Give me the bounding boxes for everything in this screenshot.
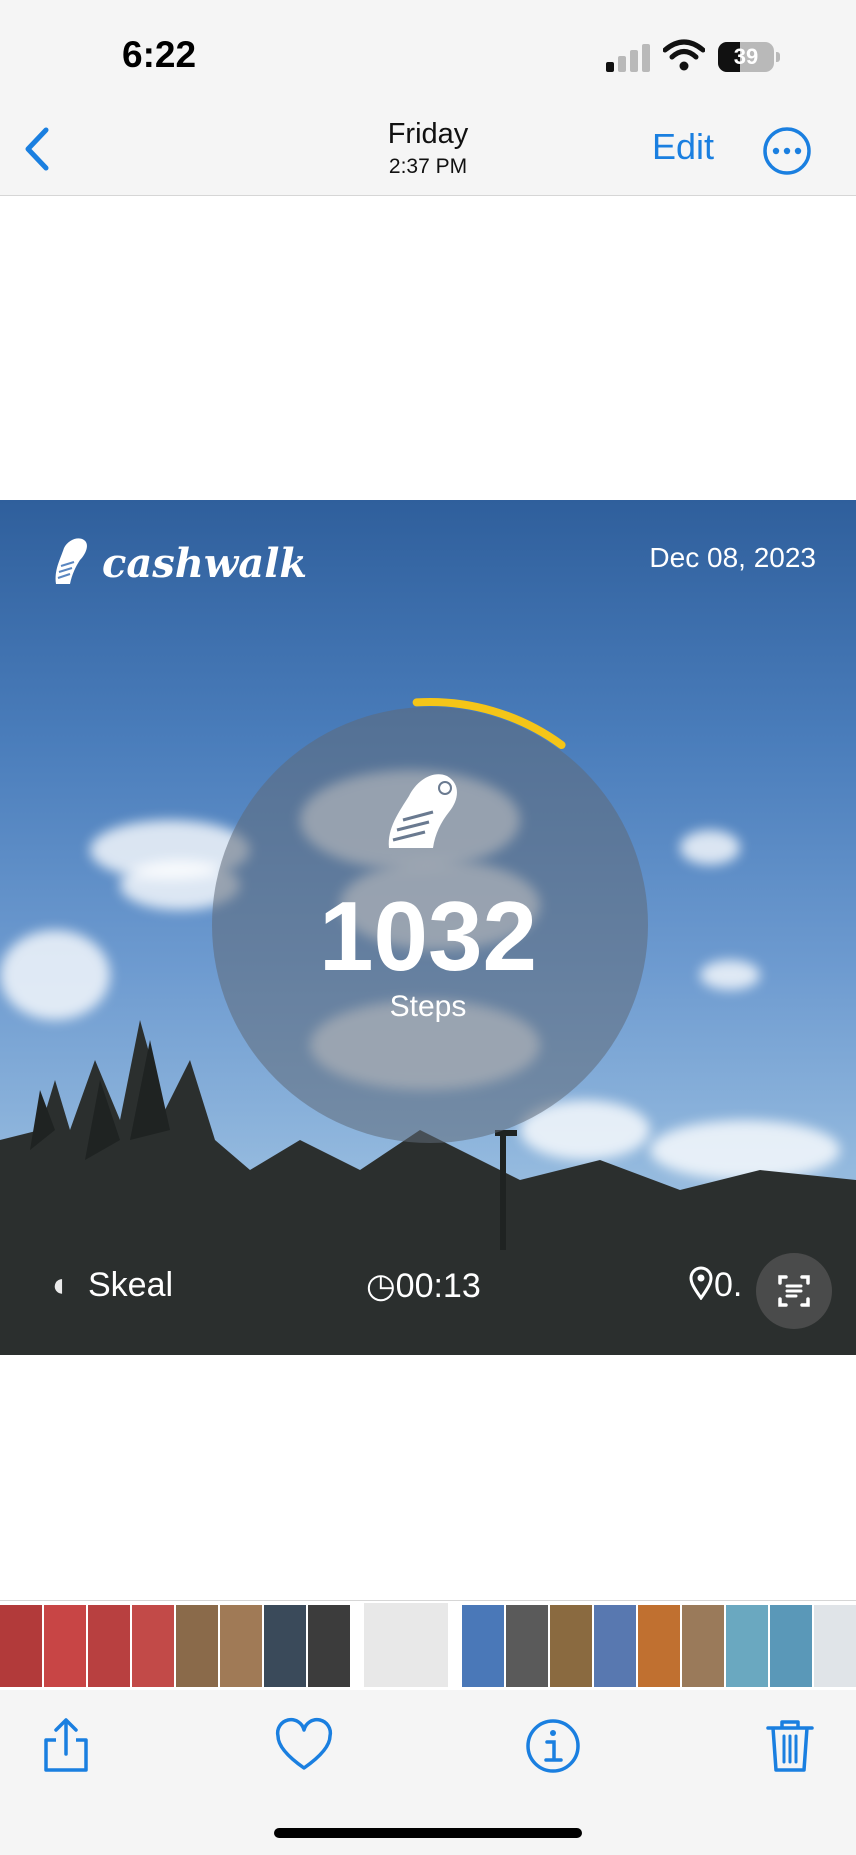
duration-info: ◷00:13	[366, 1266, 481, 1306]
cellular-signal-icon	[606, 44, 652, 72]
left-info-text: Skeal	[88, 1266, 174, 1304]
thumbnail[interactable]	[594, 1605, 636, 1687]
thumbnail[interactable]	[88, 1605, 130, 1687]
battery-percentage: 39	[733, 44, 759, 69]
photo-day-title: Friday	[387, 118, 469, 150]
thumbnail[interactable]	[220, 1605, 262, 1687]
shoe-icon	[55, 538, 87, 584]
clock-icon: ◷	[366, 1267, 396, 1305]
thumbnail-strip[interactable]	[0, 1600, 856, 1691]
ellipsis-circle-icon[interactable]	[762, 126, 812, 176]
thumbnail[interactable]	[308, 1605, 350, 1687]
thumbnail[interactable]	[462, 1605, 504, 1687]
duration-text: 00:13	[395, 1267, 481, 1305]
home-indicator	[274, 1828, 582, 1838]
photo-view[interactable]: cashwalk Dec 08, 2023 1032 Steps ◖ Skeal…	[0, 500, 856, 1355]
thumbnail[interactable]	[44, 1605, 86, 1687]
thumbnail[interactable]	[814, 1605, 856, 1687]
left-info: ◖ Skeal	[48, 1266, 173, 1305]
thumbnail-selected[interactable]	[364, 1603, 448, 1687]
photo-date: Dec 08, 2023	[649, 542, 816, 573]
thumbnail[interactable]	[726, 1605, 768, 1687]
edit-button[interactable]: Edit	[652, 126, 714, 168]
distance-text: 0.	[714, 1266, 743, 1304]
bottom-toolbar	[0, 1690, 856, 1855]
status-time: 6:22	[122, 34, 197, 75]
thumbnail[interactable]	[0, 1605, 42, 1687]
steps-label: Steps	[389, 990, 467, 1023]
share-icon[interactable]	[36, 1716, 96, 1776]
info-icon[interactable]	[523, 1716, 583, 1776]
footprint-icon: ◖	[48, 1266, 69, 1304]
photo-nav-bar: Friday 2:37 PM Edit	[0, 100, 856, 196]
trash-icon[interactable]	[760, 1716, 820, 1776]
thumbnail[interactable]	[264, 1605, 306, 1687]
thumbnail[interactable]	[770, 1605, 812, 1687]
live-text-scan-icon[interactable]	[756, 1253, 832, 1329]
thumbnail[interactable]	[550, 1605, 592, 1687]
brand-name: cashwalk	[102, 540, 308, 587]
status-bar: 6:22 39	[0, 0, 856, 100]
cashwalk-logo: cashwalk	[50, 534, 307, 590]
thumbnail[interactable]	[682, 1605, 724, 1687]
location-pin-icon	[689, 1266, 713, 1301]
thumbnail[interactable]	[132, 1605, 174, 1687]
thumbnail[interactable]	[638, 1605, 680, 1687]
photo-time-subtitle: 2:37 PM	[388, 155, 468, 178]
heart-icon[interactable]	[274, 1716, 334, 1776]
wifi-icon	[663, 39, 705, 71]
thumbnail[interactable]	[506, 1605, 548, 1687]
distance-info: 0.	[688, 1266, 742, 1305]
thumbnail[interactable]	[176, 1605, 218, 1687]
steps-count: 1032	[318, 881, 537, 991]
battery-icon: 39	[718, 42, 780, 72]
